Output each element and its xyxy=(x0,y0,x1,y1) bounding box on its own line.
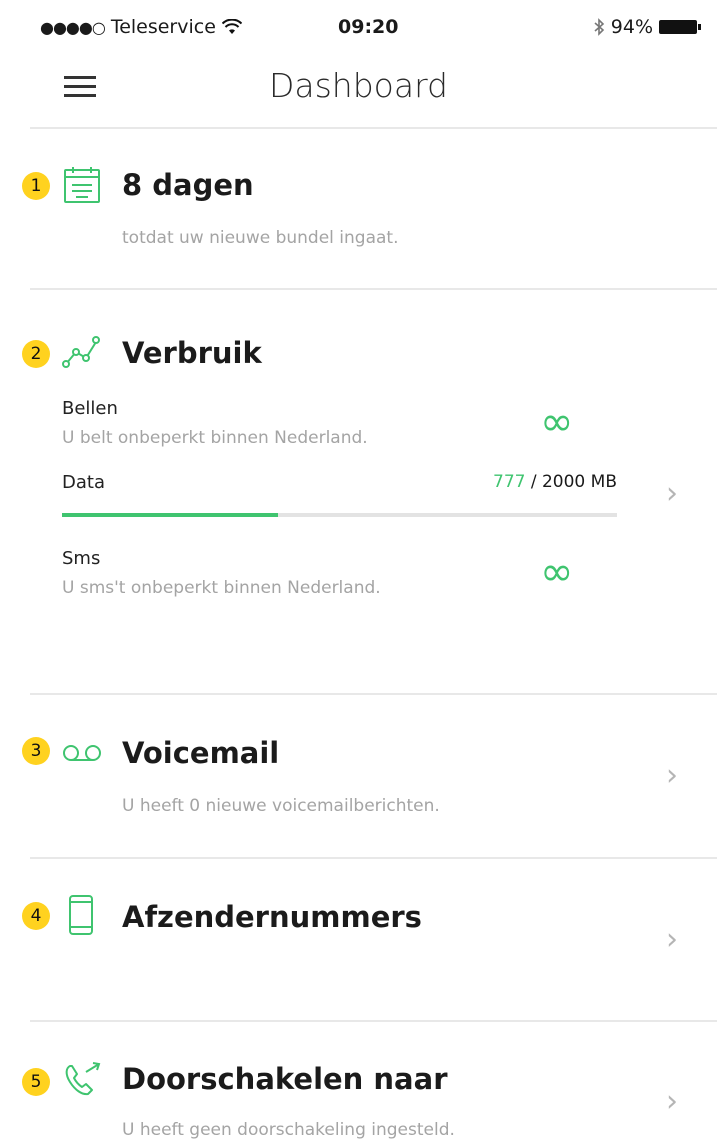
mobile-phone-icon xyxy=(69,895,93,935)
data-total: / 2000 MB xyxy=(525,472,617,492)
divider xyxy=(30,127,717,129)
call-forward-icon xyxy=(65,1062,101,1096)
calls-label: Bellen xyxy=(62,398,118,419)
call-forwarding-chevron-icon[interactable]: › xyxy=(666,1084,678,1119)
signal-strength-icon: ●●●●○ xyxy=(40,17,106,37)
call-forwarding-subtitle: U heeft geen doorschakeling ingesteld. xyxy=(122,1120,455,1140)
battery-icon xyxy=(659,20,701,34)
data-progress-fill xyxy=(62,513,278,517)
days-remaining-subtitle: totdat uw nieuwe bundel ingaat. xyxy=(122,228,399,248)
usage-graph-icon xyxy=(62,336,100,368)
annotation-badge-3: 3 xyxy=(22,737,50,765)
annotation-badge-1: 1 xyxy=(22,172,50,200)
voicemail-chevron-icon[interactable]: › xyxy=(666,758,678,793)
divider xyxy=(30,693,717,695)
battery-status: 94% xyxy=(593,16,701,38)
days-remaining-title: 8 dagen xyxy=(122,168,254,202)
divider xyxy=(30,288,717,290)
sms-description: U sms't onbeperkt binnen Nederland. xyxy=(62,578,381,598)
annotation-badge-5: 5 xyxy=(22,1068,50,1096)
voicemail-title[interactable]: Voicemail xyxy=(122,736,279,770)
data-label: Data xyxy=(62,472,105,493)
sender-numbers-title[interactable]: Afzendernummers xyxy=(122,900,422,934)
data-progress-bar xyxy=(62,513,617,517)
carrier-info: ●●●●○ Teleservice xyxy=(40,16,242,38)
data-usage-value: 777 / 2000 MB xyxy=(493,472,617,492)
divider xyxy=(30,857,717,859)
page-title: Dashboard xyxy=(268,66,449,105)
carrier-name: Teleservice xyxy=(110,16,216,38)
usage-chevron-icon[interactable]: › xyxy=(666,476,678,511)
sms-label: Sms xyxy=(62,548,101,569)
unlimited-icon: ∞ xyxy=(540,549,574,595)
annotation-badge-4: 4 xyxy=(22,902,50,930)
voicemail-icon xyxy=(63,745,101,761)
usage-title: Verbruik xyxy=(122,336,262,370)
annotation-badge-2: 2 xyxy=(22,340,50,368)
call-forwarding-title[interactable]: Doorschakelen naar xyxy=(122,1062,448,1096)
battery-percentage: 94% xyxy=(610,16,653,38)
calendar-icon xyxy=(64,167,100,203)
clock: 09:20 xyxy=(338,16,399,38)
wifi-icon xyxy=(221,19,242,34)
data-used: 777 xyxy=(493,472,526,492)
calls-description: U belt onbeperkt binnen Nederland. xyxy=(62,428,368,448)
unlimited-icon: ∞ xyxy=(540,399,574,445)
voicemail-subtitle: U heeft 0 nieuwe voicemailberichten. xyxy=(122,796,440,816)
status-bar: ●●●●○ Teleservice 09:20 94% xyxy=(40,14,701,44)
sender-numbers-chevron-icon[interactable]: › xyxy=(666,922,678,957)
bluetooth-icon xyxy=(594,18,604,36)
divider xyxy=(30,1020,717,1022)
